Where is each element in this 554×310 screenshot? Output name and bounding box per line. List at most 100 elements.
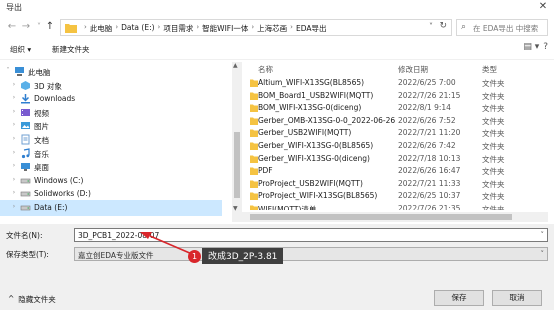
toolbar: 组织 ▾ 新建文件夹 ▤ ▾ ? [0,40,554,60]
help-icon[interactable]: ? [543,42,548,52]
collapse-chevron-icon[interactable]: › [10,203,18,210]
file-date: 2022/7/26 21:15 [398,90,461,100]
search-input[interactable]: ⌕ 在 EDA导出 中搜索 [456,19,548,36]
collapse-chevron-icon[interactable]: › [10,135,18,142]
file-name: ProProject_USB2WIFI(MQTT) [258,178,363,188]
file-type: 文件夹 [482,104,505,114]
breadcrumb-item[interactable]: 此电脑 [90,23,113,34]
file-name: Gerber_WIFI-X13SG-0(diceng) [258,153,370,163]
folder-icon [250,79,258,87]
file-date: 2022/7/21 11:20 [398,128,461,138]
nav-item-label: Downloads [34,94,76,104]
chevron-down-icon[interactable]: ˅ [541,250,545,258]
hscroll-thumb[interactable] [250,214,512,220]
filename-label: 文件名(N): [6,231,43,240]
breadcrumb-separator[interactable]: › [287,23,296,34]
file-date: 2022/8/1 9:14 [398,103,451,113]
file-row[interactable]: WIFI(MQTT)清单 2022/7/26 21:35 文件夹 [246,202,546,210]
nav-item[interactable]: › Data (E:) [0,200,222,216]
drive-icon [20,175,31,186]
breadcrumb-item[interactable]: Data (E:) [121,23,154,34]
breadcrumb-item[interactable]: EDA导出 [296,23,327,34]
toolbar-right: ▤ ▾ ? [523,42,548,52]
folder-icon [250,155,258,163]
back-arrow-icon[interactable]: ← [6,20,18,34]
documents-icon [20,134,31,145]
file-date: 2022/7/26 21:35 [398,204,461,210]
nav-item-label: 3D 对象 [34,81,62,91]
folder-icon [250,104,258,113]
title-bar: 导出 ✕ [0,0,554,14]
horizontal-scrollbar[interactable] [232,212,548,222]
collapse-chevron-icon[interactable]: › [10,121,18,128]
file-list-header: 名称 修改日期 类型 [246,62,546,76]
breadcrumb-separator[interactable]: › [155,23,164,34]
file-type: 文件夹 [482,91,505,101]
file-type: 文件夹 [482,142,505,151]
folder-icon [65,24,77,33]
refresh-icon[interactable]: ↻ [439,21,447,31]
file-name: ProProject_WIFI-X13SG(BL8565) [258,191,378,201]
view-options-icon[interactable]: ▤ ▾ [523,42,539,52]
collapse-chevron-icon[interactable]: › [10,108,18,115]
navigation-pane[interactable]: ˅ 此电脑 › 3D 对象 › Downloads › 视频 › 图片 › 文档 › 音乐 › 桌面 › Wind… [0,62,222,222]
nav-item-label: 视频 [34,108,49,118]
collapse-chevron-icon[interactable]: › [10,162,18,169]
column-type[interactable]: 类型 [482,64,497,75]
breadcrumb-separator[interactable]: › [81,23,90,34]
folder-icon [250,129,258,138]
nav-item-label: Data (E:) [34,203,68,212]
scroll-down-icon[interactable]: ▼ [233,205,238,212]
organize-button[interactable]: 组织 ▾ [10,44,31,55]
collapse-chevron-icon[interactable]: › [10,94,18,101]
vertical-scrollbar[interactable]: ▲ ▼ [232,62,242,212]
close-icon[interactable]: ✕ [536,0,550,14]
scroll-up-icon[interactable]: ▲ [233,62,238,69]
expand-chevron-icon[interactable]: ˅ [4,67,12,74]
breadcrumb-item[interactable]: 上海芯画 [257,23,287,34]
collapse-chevron-icon[interactable]: › [10,149,18,156]
chevron-down-icon[interactable]: ˅ [541,231,545,239]
cancel-button[interactable]: 取消 [492,290,542,306]
save-button[interactable]: 保存 [434,290,484,306]
scroll-thumb[interactable] [234,132,240,198]
file-date: 2022/7/21 11:33 [398,178,461,188]
filename-field[interactable]: 3D_PCB1_2022-08-07 ˅ [74,228,548,242]
folder-icon [250,180,258,188]
file-date: 2022/6/25 10:37 [398,191,461,201]
filename-value: 3D_PCB1_2022-08-07 [78,231,160,240]
breadcrumb-item[interactable]: 智能WIFI一体 [202,23,248,34]
nav-item-label: 音乐 [34,149,49,159]
file-list[interactable]: Altium_WIFI-X13SG(BL8565) 2022/6/25 7:00 文… [246,76,546,210]
up-arrow-icon[interactable]: ↑ [44,20,56,34]
file-type: 文件夹 [482,154,505,164]
address-row: ← → ˅ ↑ › 此电脑 › Data (E:) › 项目需求 › 智能WIFI一体 › 上海芯… [0,16,554,38]
column-date[interactable]: 修改日期 [398,64,428,75]
folder-icon [250,142,258,150]
column-name[interactable]: 名称 [258,64,273,75]
file-type: 文件夹 [482,167,505,177]
file-type: 文件夹 [482,205,505,210]
file-date: 2022/6/26 16:47 [398,166,461,176]
search-placeholder: 在 EDA导出 中搜索 [473,24,539,33]
breadcrumb-separator[interactable]: › [248,23,257,34]
chevron-down-icon[interactable]: ˅ [429,22,433,31]
filetype-label: 保存类型(T): [6,250,49,259]
breadcrumb-separator[interactable]: › [112,23,121,34]
file-type: 文件夹 [482,192,505,202]
collapse-chevron-icon[interactable]: › [10,189,18,196]
search-icon: ⌕ [461,22,467,32]
new-folder-button[interactable]: 新建文件夹 [52,44,90,55]
breadcrumb-separator[interactable]: › [193,23,202,34]
filetype-select[interactable]: 嘉立创EDA专业版文件 ˅ [74,247,548,261]
collapse-chevron-icon[interactable]: › [10,81,18,88]
hide-folders-toggle[interactable]: ^ 隐藏文件夹 [8,294,56,305]
breadcrumb-item[interactable]: 项目需求 [163,23,193,34]
address-bar[interactable]: › 此电脑 › Data (E:) › 项目需求 › 智能WIFI一体 › 上海芯画 › EDA导出 … [60,19,452,36]
desktop-icon [20,161,31,172]
forward-arrow-icon[interactable]: → [20,20,32,34]
collapse-chevron-icon[interactable]: › [10,176,18,183]
window-title: 导出 [6,3,22,12]
file-type: 文件夹 [482,179,505,189]
file-name: Gerber_WIFI-X13SG-0(BL8565) [258,141,374,150]
